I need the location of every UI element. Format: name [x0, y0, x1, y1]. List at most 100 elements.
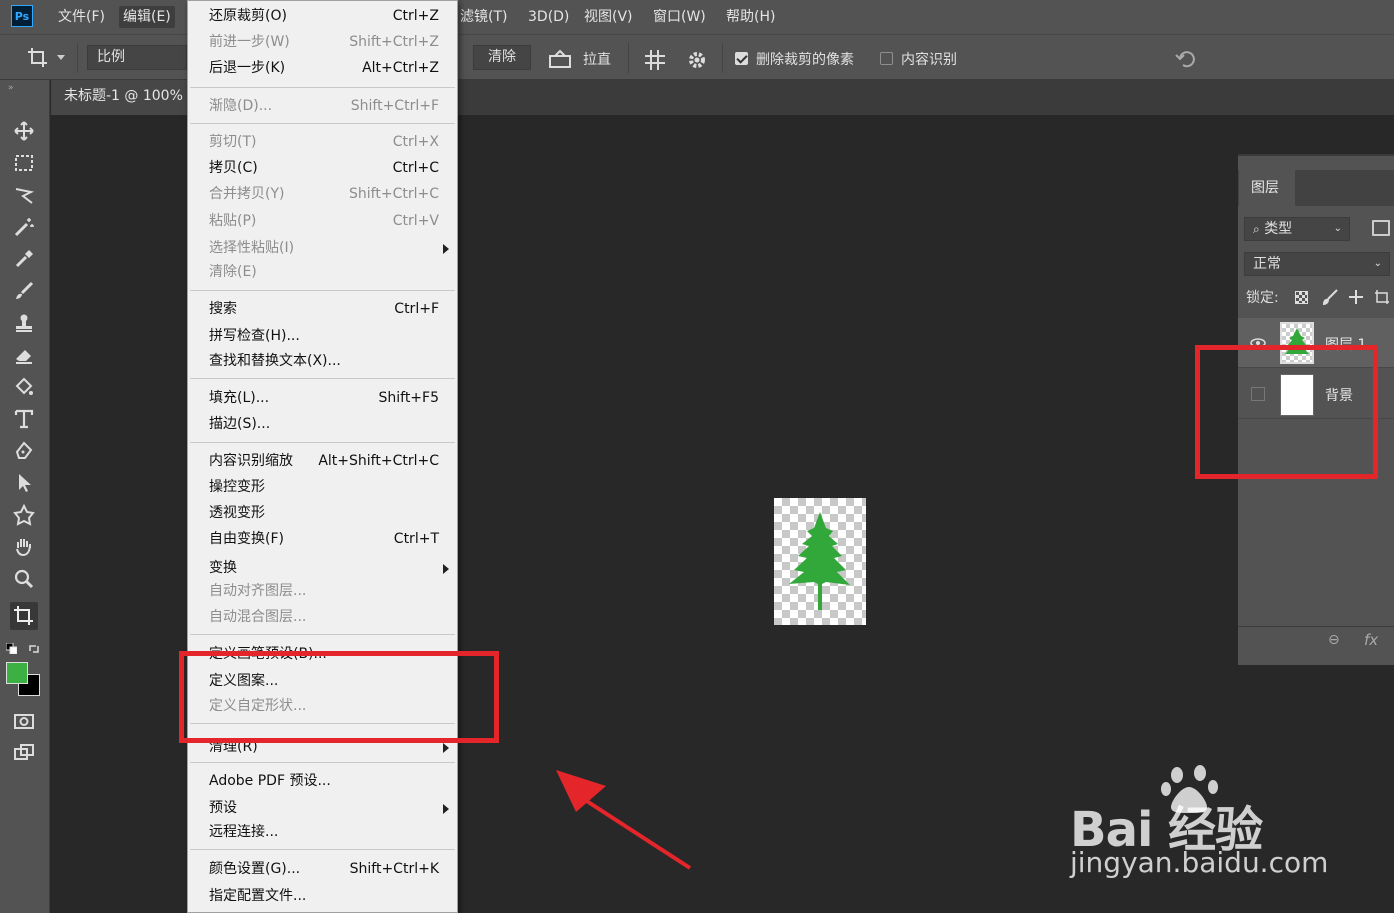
- submenu-arrow-icon: [443, 564, 449, 574]
- menu-item-cut[interactable]: 剪切(T) Ctrl+X: [209, 131, 439, 153]
- annotation-box-menu: [179, 651, 499, 743]
- ps-logo: Ps: [11, 5, 33, 27]
- menu-item-clear[interactable]: 清除(E): [209, 261, 439, 283]
- menu-separator: [190, 634, 455, 635]
- ratio-select[interactable]: 比例: [87, 45, 187, 70]
- straighten-label[interactable]: 拉直: [583, 49, 611, 69]
- document-canvas[interactable]: [774, 498, 866, 625]
- tools-panel: »: [0, 80, 50, 913]
- screen-mode-icon[interactable]: [10, 739, 38, 767]
- menu-item-search[interactable]: 搜索 Ctrl+F: [209, 298, 439, 320]
- menu-file[interactable]: 文件(F): [54, 6, 109, 28]
- document-tab[interactable]: 未标题-1 @ 100%: [51, 80, 191, 115]
- menu-filter[interactable]: 滤镜(T): [456, 6, 511, 28]
- default-colors-icon[interactable]: [5, 642, 18, 655]
- lock-pixels-icon[interactable]: [1295, 291, 1308, 304]
- blend-mode-select[interactable]: 正常 ⌄: [1244, 252, 1390, 276]
- menu-item-content-aware-scale[interactable]: 内容识别缩放 Alt+Shift+Ctrl+C: [209, 450, 439, 472]
- lock-position-icon[interactable]: [1348, 289, 1364, 305]
- move-tool-icon[interactable]: [10, 117, 38, 145]
- menu-item-undo-crop[interactable]: 还原裁剪(O) Ctrl+Z: [209, 5, 439, 27]
- menu-item-remote-connections[interactable]: 远程连接...: [209, 821, 439, 843]
- marquee-tool-icon[interactable]: [10, 149, 38, 177]
- lock-artboard-icon[interactable]: [1374, 289, 1390, 305]
- annotation-box-layers: [1195, 345, 1378, 479]
- content-aware-checkbox[interactable]: [880, 52, 893, 65]
- crop-tool-icon[interactable]: [10, 602, 38, 630]
- menu-item-transform[interactable]: 变换: [209, 557, 449, 579]
- lock-brush-icon[interactable]: [1322, 289, 1338, 306]
- menu-item-spell-check[interactable]: 拼写检查(H)...: [209, 325, 439, 347]
- menu-item-pdf-presets[interactable]: Adobe PDF 预设...: [209, 770, 439, 792]
- submenu-arrow-icon: [443, 743, 449, 753]
- magic-wand-tool-icon[interactable]: [10, 213, 38, 241]
- delete-cropped-checkbox[interactable]: [735, 52, 748, 65]
- collapse-icon[interactable]: »: [8, 83, 14, 93]
- menu-separator: [190, 290, 455, 291]
- menu-item-assign-profile[interactable]: 指定配置文件...: [209, 885, 439, 907]
- path-selection-tool-icon[interactable]: [10, 469, 38, 497]
- delete-cropped-label[interactable]: 删除裁剪的像素: [756, 49, 854, 69]
- chevron-down-icon: ⌄: [1373, 258, 1382, 269]
- eraser-tool-icon[interactable]: [10, 341, 38, 369]
- menu-edit[interactable]: 编辑(E): [119, 6, 175, 28]
- menu-item-color-settings[interactable]: 颜色设置(G)... Shift+Ctrl+K: [209, 858, 439, 880]
- menu-item-step-forward[interactable]: 前进一步(W) Shift+Ctrl+Z: [209, 31, 439, 53]
- hand-tool-icon[interactable]: [10, 533, 38, 561]
- menu-window[interactable]: 窗口(W): [649, 6, 710, 28]
- tab-layers[interactable]: 图层: [1239, 170, 1295, 206]
- menu-item-presets[interactable]: 预设: [209, 797, 449, 819]
- crop-tool-preset-icon[interactable]: [26, 46, 52, 70]
- menu-item-puppet-warp[interactable]: 操控变形: [209, 476, 439, 498]
- layers-footer: ⊖ fx: [1238, 626, 1394, 656]
- edit-menu-dropdown: 还原裁剪(O) Ctrl+Z 前进一步(W) Shift+Ctrl+Z 后退一步(K…: [187, 0, 458, 913]
- menu-item-paste[interactable]: 粘贴(P) Ctrl+V: [209, 210, 439, 232]
- image-filter-icon[interactable]: [1372, 220, 1390, 236]
- menu-item-find-replace[interactable]: 查找和替换文本(X)...: [209, 350, 439, 372]
- gear-icon[interactable]: [686, 49, 708, 71]
- menu-3d[interactable]: 3D(D): [524, 6, 573, 28]
- menu-item-stroke[interactable]: 描边(S)...: [209, 413, 439, 435]
- menu-item-perspective-warp[interactable]: 透视变形: [209, 502, 439, 524]
- eyedropper-tool-icon[interactable]: [10, 245, 38, 273]
- quick-mask-icon[interactable]: [10, 707, 38, 735]
- menu-item-fill[interactable]: 填充(L)... Shift+F5: [209, 387, 439, 409]
- menu-help[interactable]: 帮助(H): [722, 6, 779, 28]
- tree-image: [789, 512, 850, 610]
- menu-item-free-transform[interactable]: 自由变换(F) Ctrl+T: [209, 528, 439, 550]
- paint-bucket-tool-icon[interactable]: [10, 373, 38, 401]
- menu-view[interactable]: 视图(V): [580, 6, 637, 28]
- stamp-tool-icon[interactable]: [10, 309, 38, 337]
- brush-tool-icon[interactable]: [10, 277, 38, 305]
- pen-tool-icon[interactable]: [10, 437, 38, 465]
- content-aware-label[interactable]: 内容识别: [901, 49, 957, 69]
- menu-item-copy[interactable]: 拷贝(C) Ctrl+C: [209, 157, 439, 179]
- chevron-down-icon: ⌄: [1333, 223, 1342, 234]
- menu-item-auto-blend[interactable]: 自动混合图层...: [209, 606, 439, 628]
- shape-tool-icon[interactable]: [10, 501, 38, 529]
- straighten-icon[interactable]: [548, 49, 572, 69]
- link-layers-icon[interactable]: ⊖: [1328, 632, 1340, 648]
- menu-item-step-backward[interactable]: 后退一步(K) Alt+Ctrl+Z: [209, 57, 439, 79]
- menu-item-auto-align[interactable]: 自动对齐图层...: [209, 580, 439, 602]
- menu-item-fade[interactable]: 渐隐(D)... Shift+Ctrl+F: [209, 95, 439, 117]
- menu-item-paste-special[interactable]: 选择性粘贴(I): [209, 237, 449, 259]
- lasso-tool-icon[interactable]: [10, 181, 38, 209]
- submenu-arrow-icon: [443, 804, 449, 814]
- lock-label: 锁定:: [1246, 290, 1279, 306]
- chevron-down-icon[interactable]: [57, 55, 65, 60]
- fx-button[interactable]: fx: [1364, 631, 1378, 649]
- reset-icon[interactable]: [1174, 48, 1198, 70]
- swap-colors-icon[interactable]: [29, 642, 40, 653]
- blend-mode-label: 正常: [1253, 256, 1281, 272]
- divider: [722, 43, 723, 73]
- type-tool-icon[interactable]: [10, 405, 38, 433]
- grid-overlay-icon[interactable]: [644, 49, 666, 71]
- layer-filter-select[interactable]: ⌕ 类型 ⌄: [1244, 217, 1350, 241]
- divider: [77, 43, 78, 73]
- foreground-color-swatch[interactable]: [6, 662, 28, 684]
- menu-item-copy-merged[interactable]: 合并拷贝(Y) Shift+Ctrl+C: [209, 183, 439, 205]
- menu-separator: [190, 762, 455, 763]
- zoom-tool-icon[interactable]: [10, 565, 38, 593]
- clear-button[interactable]: 清除: [473, 45, 531, 70]
